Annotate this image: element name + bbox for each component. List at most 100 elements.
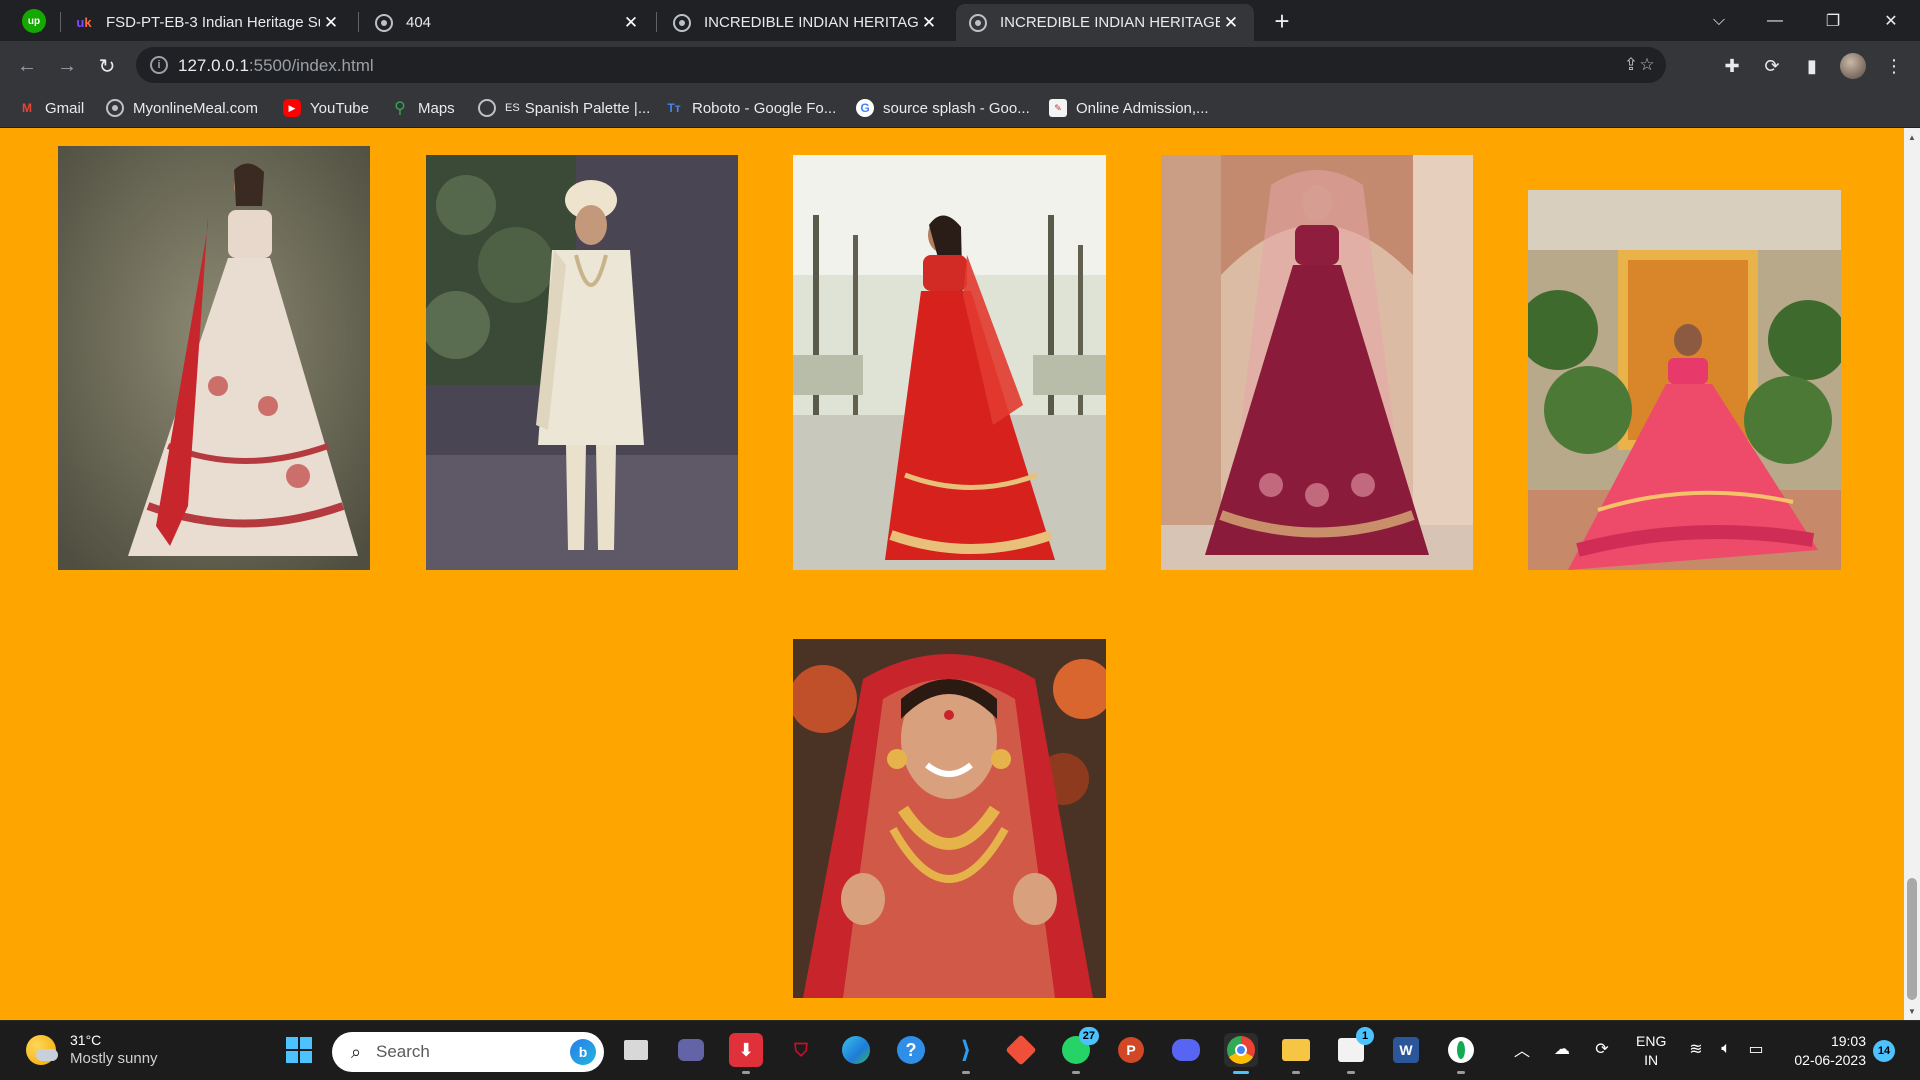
show-hidden-icons-chevron-icon[interactable]: ︿ bbox=[1510, 1037, 1534, 1061]
tab-title: INCREDIBLE INDIAN HERITAGE bbox=[1000, 14, 1220, 31]
reload-icon[interactable]: ↻ bbox=[92, 51, 122, 81]
taskbar-search[interactable]: ⌕ Search b bbox=[332, 1032, 604, 1072]
site-info-icon[interactable]: i bbox=[150, 56, 168, 74]
clock-date: 02-06-2023 bbox=[1794, 1052, 1866, 1068]
region-code: IN bbox=[1644, 1052, 1659, 1068]
url-text[interactable]: 127.0.0.1:5500/index.html bbox=[178, 56, 374, 76]
close-icon[interactable]: ✕ bbox=[620, 12, 642, 34]
scroll-down-arrow-icon[interactable]: ▼ bbox=[1907, 1004, 1917, 1018]
close-icon[interactable]: ✕ bbox=[320, 12, 342, 34]
start-icon[interactable] bbox=[282, 1033, 316, 1067]
photo-lehenga-ivory bbox=[58, 146, 370, 570]
bookmark-gmail[interactable]: M Gmail bbox=[18, 96, 84, 120]
bing-icon[interactable]: b bbox=[570, 1039, 596, 1065]
powerpoint-icon[interactable]: P bbox=[1114, 1033, 1148, 1067]
gmail-icon: M bbox=[22, 101, 32, 115]
bookmark-label: YouTube bbox=[310, 99, 369, 117]
tab-separator bbox=[60, 12, 61, 32]
vertical-scrollbar[interactable]: ▲ ▼ bbox=[1904, 128, 1920, 1020]
bookmark-myonlinemeal[interactable]: MyonlineMeal.com bbox=[106, 96, 258, 120]
battery-icon[interactable]: ▭ bbox=[1744, 1037, 1768, 1061]
tab-search-chevron-icon[interactable]: ⌵ bbox=[1690, 0, 1748, 41]
minimize-icon[interactable]: — bbox=[1746, 0, 1804, 41]
mcafee-icon[interactable]: ⛉ bbox=[784, 1033, 818, 1067]
extensions-puzzle-icon[interactable]: ✚ bbox=[1720, 54, 1744, 78]
live-server-icon bbox=[106, 99, 124, 117]
bookmark-spanish-palette[interactable]: ES Spanish Palette |... bbox=[478, 96, 650, 120]
tab-title: FSD-PT-EB-3 Indian Heritage Sub bbox=[106, 14, 320, 31]
bookmark-roboto[interactable]: Tт Roboto - Google Fo... bbox=[665, 96, 836, 120]
live-server-icon bbox=[968, 13, 988, 33]
tab-heritage-1[interactable]: INCREDIBLE INDIAN HERITAGE ✕ bbox=[660, 4, 952, 41]
chrome-icon[interactable] bbox=[1224, 1033, 1258, 1074]
close-icon[interactable]: ✕ bbox=[918, 12, 940, 34]
file-explorer-window-icon[interactable] bbox=[619, 1033, 653, 1067]
teams-icon[interactable] bbox=[674, 1033, 708, 1067]
store-icon[interactable]: 1 bbox=[1334, 1027, 1374, 1074]
downloader-icon[interactable]: ⬇ bbox=[729, 1033, 763, 1074]
bookmark-label: Gmail bbox=[45, 99, 85, 117]
weather-description: Mostly sunny bbox=[70, 1050, 158, 1067]
google-fonts-icon: Tт bbox=[667, 101, 681, 115]
profile-avatar[interactable] bbox=[1840, 53, 1866, 79]
live-server-icon bbox=[374, 13, 394, 33]
extension-icon[interactable]: ⟳ bbox=[1760, 54, 1784, 78]
new-tab-button[interactable]: + bbox=[1268, 6, 1296, 36]
tab-unstop[interactable]: uk FSD-PT-EB-3 Indian Heritage Sub ✕ bbox=[62, 4, 354, 41]
tab-strip: up uk FSD-PT-EB-3 Indian Heritage Sub ✕ … bbox=[0, 0, 1920, 41]
bookmark-source-splash[interactable]: G source splash - Goo... bbox=[856, 96, 1030, 120]
side-panel-icon[interactable]: ▮ bbox=[1800, 54, 1824, 78]
input-language[interactable]: ENG IN bbox=[1636, 1032, 1666, 1070]
scrollbar-thumb[interactable] bbox=[1907, 878, 1917, 1000]
bookmark-label: source splash - Goo... bbox=[883, 99, 1030, 117]
live-server-icon bbox=[672, 13, 692, 33]
search-placeholder: Search bbox=[376, 1042, 430, 1061]
tab-separator bbox=[358, 12, 359, 32]
onedrive-cloud-icon[interactable]: ☁ bbox=[1550, 1037, 1574, 1061]
youtube-icon: ▶ bbox=[283, 99, 301, 117]
bookmark-online-admission[interactable]: ✎ Online Admission,... bbox=[1049, 96, 1209, 120]
tab-title: INCREDIBLE INDIAN HERITAGE bbox=[704, 14, 918, 31]
git-icon[interactable] bbox=[1004, 1033, 1038, 1067]
bookmark-label: MyonlineMeal.com bbox=[133, 99, 259, 117]
whatsapp-badge: 27 bbox=[1078, 1027, 1099, 1045]
photo-bride-portrait bbox=[793, 639, 1106, 998]
whatsapp-icon[interactable]: 27 bbox=[1059, 1027, 1099, 1074]
close-icon[interactable]: ✕ bbox=[1220, 12, 1242, 34]
word-icon[interactable]: W bbox=[1389, 1033, 1423, 1067]
bookmark-star-icon[interactable]: ☆ bbox=[1636, 54, 1658, 76]
address-bar[interactable]: i 127.0.0.1:5500/index.html ⇪ ☆ bbox=[136, 47, 1666, 83]
language-code: ENG bbox=[1636, 1033, 1667, 1049]
bookmark-maps[interactable]: ⚲ Maps bbox=[391, 96, 455, 120]
sync-icon[interactable]: ⟳ bbox=[1590, 1037, 1614, 1061]
upwork-profile-icon[interactable]: up bbox=[22, 9, 46, 33]
edge-icon[interactable] bbox=[839, 1033, 873, 1067]
weather-widget[interactable]: 31°C Mostly sunny bbox=[26, 1031, 158, 1069]
tab-heritage-active[interactable]: INCREDIBLE INDIAN HERITAGE ✕ bbox=[956, 4, 1254, 41]
system-clock[interactable]: 19:03 02-06-2023 bbox=[1786, 1032, 1866, 1070]
wifi-icon[interactable]: ≋ bbox=[1684, 1037, 1708, 1061]
scroll-up-arrow-icon[interactable]: ▲ bbox=[1907, 130, 1917, 144]
folder-icon[interactable] bbox=[1279, 1033, 1313, 1074]
vscode-icon[interactable]: ⟩ bbox=[949, 1033, 983, 1074]
notification-count-badge[interactable]: 14 bbox=[1873, 1040, 1895, 1062]
url-host: 127.0.0.1 bbox=[178, 56, 249, 75]
forward-arrow-icon[interactable]: → bbox=[52, 51, 82, 81]
volume-icon[interactable]: 🔈︎ bbox=[1714, 1037, 1738, 1061]
back-arrow-icon[interactable]: ← bbox=[12, 51, 42, 81]
bookmark-youtube[interactable]: ▶ YouTube bbox=[283, 96, 369, 120]
menu-kebab-icon[interactable]: ⋮ bbox=[1882, 54, 1906, 78]
photo-sherwani-groom bbox=[426, 155, 738, 570]
bookmark-label: Maps bbox=[418, 99, 455, 117]
clock-time: 19:03 bbox=[1830, 1033, 1866, 1049]
photo-maroon-lehenga-palace bbox=[1161, 155, 1473, 570]
url-path: :5500/index.html bbox=[248, 56, 374, 75]
tips-icon[interactable]: ? bbox=[894, 1033, 928, 1067]
discord-icon[interactable] bbox=[1169, 1033, 1203, 1067]
restore-icon[interactable]: ❐ bbox=[1804, 0, 1862, 41]
windows-taskbar: 31°C Mostly sunny ⌕ Search b ⬇ ⛉ ? ⟩ 27 … bbox=[0, 1020, 1920, 1080]
mongodb-icon[interactable] bbox=[1444, 1033, 1478, 1074]
window-close-icon[interactable]: ✕ bbox=[1862, 0, 1920, 41]
tab-title: 404 bbox=[406, 14, 432, 31]
tab-404[interactable]: 404 ✕ bbox=[362, 4, 654, 41]
